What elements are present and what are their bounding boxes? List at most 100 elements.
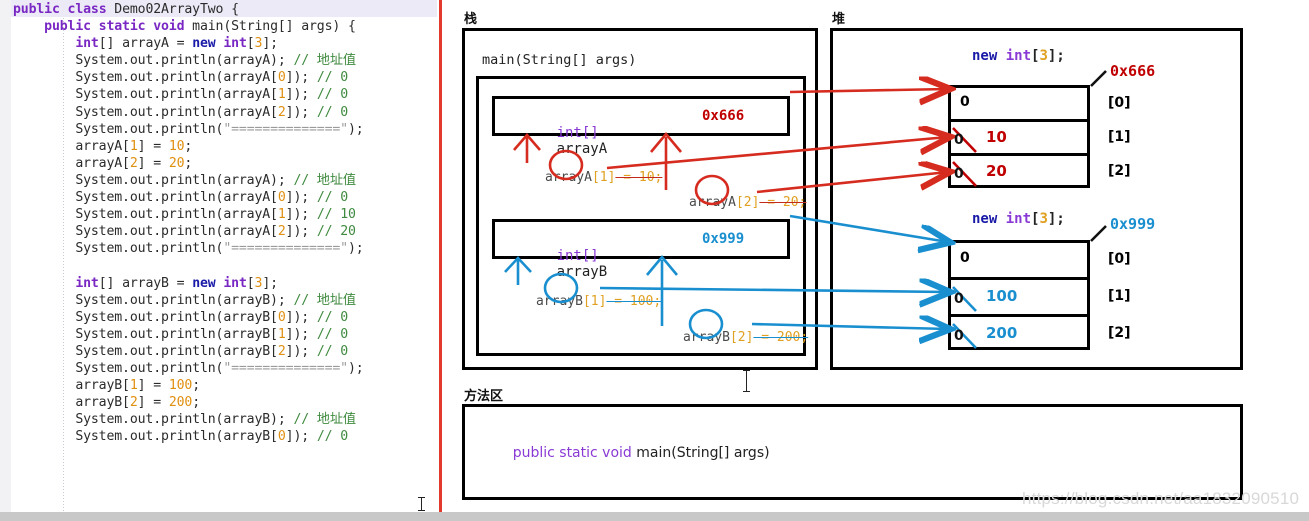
code-token: ; bbox=[192, 395, 200, 411]
alloc-a-size: 3 bbox=[1039, 48, 1048, 64]
code-token: ; bbox=[184, 138, 193, 154]
annot-b1-index: [1] bbox=[582, 294, 607, 309]
code-token: [] arrayB = bbox=[98, 275, 193, 291]
source-code[interactable]: public class Demo02ArrayTwo { public sta… bbox=[13, 1, 364, 445]
code-token: 1 bbox=[277, 87, 286, 103]
code-token: 2 bbox=[277, 224, 286, 240]
stack-annotation-arrayA-1: arrayA[1] = 10; bbox=[498, 155, 662, 200]
code-token: // 0 bbox=[316, 104, 348, 120]
code-token: ]); bbox=[285, 87, 317, 103]
code-token: // 地址值 bbox=[293, 53, 356, 69]
method-area-title: 方法区 bbox=[464, 389, 504, 404]
heap-array-b-address: 0x999 bbox=[1110, 215, 1156, 233]
code-token: 0 bbox=[277, 190, 286, 206]
code-token: ]); bbox=[285, 309, 317, 325]
code-token: int bbox=[75, 275, 99, 291]
code-token: int bbox=[223, 275, 247, 291]
code-token: 0 bbox=[277, 309, 286, 325]
code-token: System.out.println( bbox=[13, 121, 224, 137]
heap-array-a-cell-2-value: 20 bbox=[986, 162, 1007, 180]
heap-array-b-index-2: [2] bbox=[1108, 325, 1131, 341]
code-token: // 20 bbox=[316, 224, 356, 240]
code-token: System.out.println( bbox=[13, 360, 224, 376]
code-token: Demo02ArrayTwo bbox=[114, 2, 232, 17]
heap-array-b-index-1: [1] bbox=[1108, 288, 1131, 304]
heap-array-b-index-0: [0] bbox=[1108, 251, 1131, 267]
stack-var-arrayB-address: 0x999 bbox=[702, 231, 745, 247]
code-token: System.out.println(arrayA); bbox=[13, 172, 294, 188]
pane-divider[interactable] bbox=[439, 0, 442, 512]
code-token: 100 bbox=[168, 378, 193, 394]
code-token: arrayB[ bbox=[13, 378, 130, 394]
code-token: 1 bbox=[129, 138, 138, 154]
code-token: 0 bbox=[277, 429, 286, 445]
annot-a2-index: [2] bbox=[735, 195, 760, 210]
heap-array-a-alloc-label: new int[3]; bbox=[972, 48, 1065, 64]
memory-diagram-pane: 栈 main(String[] args) int[] arrayA 0x666… bbox=[444, 0, 1309, 512]
annot-b2-prefix: arrayB bbox=[682, 330, 730, 345]
text-caret bbox=[418, 497, 425, 511]
code-token: 200 bbox=[168, 395, 193, 411]
heap-array-a-address: 0x666 bbox=[1110, 62, 1156, 80]
stack-annotation-arrayB-2: arrayB[2] = 200; bbox=[636, 315, 808, 360]
code-token: ); bbox=[347, 241, 364, 257]
alloc-a-tail: ]; bbox=[1047, 48, 1065, 64]
code-token: ); bbox=[347, 121, 364, 137]
annot-b2-index: [2] bbox=[729, 330, 754, 345]
horizontal-scrollbar[interactable] bbox=[0, 512, 1309, 521]
method-signature-rest: main(String[] args) bbox=[636, 445, 770, 461]
alloc-b-new: new bbox=[972, 211, 998, 227]
stack-var-arrayA-address: 0x666 bbox=[702, 108, 745, 124]
code-token: System.out.println(arrayB); bbox=[13, 412, 294, 428]
heap-array-a-cell-0-value: 0 bbox=[960, 94, 970, 110]
method-signature-keywords: public static void bbox=[512, 445, 637, 461]
code-token: { bbox=[231, 2, 239, 17]
code-token: System.out.println(arrayA[ bbox=[13, 207, 278, 223]
heap-array-b-sep-1 bbox=[948, 277, 1090, 280]
method-area-signature: public static void main(String[] args) bbox=[486, 429, 770, 477]
heap-array-a-index-0: [0] bbox=[1108, 95, 1131, 111]
code-token: ]); bbox=[285, 104, 317, 120]
code-token: System.out.println(arrayB[ bbox=[13, 309, 278, 325]
code-token: "==============" bbox=[223, 241, 348, 257]
annot-a1-prefix: arrayA bbox=[544, 170, 592, 185]
watermark: https://blog.csdn.net/aa1832090510 bbox=[1022, 489, 1300, 508]
heap-array-b-cell-2-value: 200 bbox=[986, 324, 1018, 342]
code-token: System.out.println(arrayB[ bbox=[13, 429, 278, 445]
code-token: [ bbox=[246, 275, 255, 291]
code-token: System.out.println(arrayA); bbox=[13, 53, 294, 69]
code-token: ]); bbox=[285, 429, 317, 445]
code-token: [ bbox=[246, 36, 255, 52]
code-token: [] arrayA = bbox=[98, 36, 193, 52]
code-token: // 地址值 bbox=[293, 292, 356, 308]
stack-region-title: 栈 bbox=[464, 12, 478, 27]
screenshot-root: public class Demo02ArrayTwo { public sta… bbox=[0, 0, 1309, 521]
code-token: System.out.println( bbox=[13, 241, 224, 257]
code-token: "==============" bbox=[223, 360, 348, 376]
code-token: 20 bbox=[168, 155, 185, 171]
annot-b2-assign: = 200; bbox=[753, 330, 809, 345]
heap-region-title: 堆 bbox=[832, 12, 846, 27]
editor-gutter bbox=[0, 0, 11, 512]
code-token: System.out.println(arrayA[ bbox=[13, 104, 278, 120]
code-token: 10 bbox=[168, 138, 185, 154]
code-token: // 0 bbox=[316, 429, 348, 445]
code-token: ]); bbox=[285, 326, 317, 342]
code-token: ]; bbox=[262, 275, 278, 291]
code-token: 0 bbox=[277, 70, 286, 86]
code-token: System.out.println(arrayA[ bbox=[13, 70, 278, 86]
code-token: System.out.println(arrayA[ bbox=[13, 87, 278, 103]
alloc-a-new: new bbox=[972, 48, 998, 64]
code-token: ; bbox=[184, 155, 193, 171]
stack-var-arrayB-type-text: int[] bbox=[556, 248, 599, 264]
annot-a1-index: [1] bbox=[591, 170, 616, 185]
code-token: System.out.println(arrayA[ bbox=[13, 224, 278, 240]
code-editor-pane[interactable]: public class Demo02ArrayTwo { public sta… bbox=[0, 0, 437, 512]
code-token: // 0 bbox=[316, 326, 348, 342]
code-token: // 0 bbox=[316, 190, 348, 206]
code-token: ); bbox=[347, 360, 364, 376]
alloc-b-size: 3 bbox=[1039, 211, 1048, 227]
code-token: // 0 bbox=[316, 309, 348, 325]
heap-array-a-index-2: [2] bbox=[1108, 163, 1131, 179]
